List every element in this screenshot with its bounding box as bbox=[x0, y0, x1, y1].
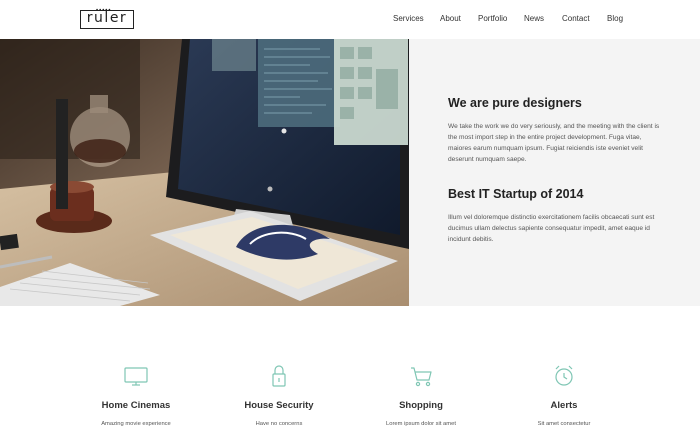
feature-subtitle: Amazing movie experience bbox=[101, 421, 171, 427]
logo[interactable]: ruler bbox=[80, 10, 134, 29]
hero-paragraph-designers: We take the work we do very seriously, a… bbox=[448, 123, 660, 163]
feature-alerts: Alerts Sit amet consectetur bbox=[494, 306, 634, 438]
hero-heading-startup: Best IT Startup of 2014 bbox=[448, 187, 584, 201]
tv-icon bbox=[124, 367, 148, 386]
feature-subtitle: Lorem ipsum dolor sit amet bbox=[386, 421, 456, 427]
feature-shopping: Shopping Lorem ipsum dolor sit amet bbox=[351, 306, 491, 438]
hero-section: We are pure designers We take the work w… bbox=[0, 39, 700, 306]
feature-title: Shopping bbox=[399, 400, 443, 411]
hero-text-panel: We are pure designers We take the work w… bbox=[409, 39, 700, 306]
feature-title: House Security bbox=[244, 400, 314, 411]
site-header: ••••• ruler Services About Portfolio New… bbox=[0, 0, 700, 39]
nav-item-news[interactable]: News bbox=[524, 14, 544, 23]
nav-item-portfolio[interactable]: Portfolio bbox=[478, 14, 507, 23]
hero-paragraph-startup: Illum vel doloremque distinctio exercita… bbox=[448, 214, 655, 243]
feature-subtitle: Sit amet consectetur bbox=[537, 421, 591, 427]
cart-icon bbox=[411, 367, 432, 387]
alarm-clock-icon bbox=[555, 365, 573, 386]
feature-title: Alerts bbox=[550, 400, 578, 411]
feature-subtitle: Have no concerns bbox=[255, 421, 303, 427]
feature-title: Home Cinemas bbox=[101, 400, 171, 411]
nav-item-blog[interactable]: Blog bbox=[607, 14, 623, 23]
feature-home-cinemas: Home Cinemas Amazing movie experience bbox=[66, 306, 206, 438]
lock-icon bbox=[272, 365, 286, 387]
nav-item-services[interactable]: Services bbox=[393, 14, 424, 23]
feature-house-security: House Security Have no concerns bbox=[209, 306, 349, 438]
features-section: Home Cinemas Amazing movie experience Ho… bbox=[0, 306, 700, 438]
desk-computer-illustration bbox=[0, 39, 409, 306]
hero-heading-designers: We are pure designers bbox=[448, 96, 582, 110]
hero-photo bbox=[0, 39, 409, 306]
nav-item-contact[interactable]: Contact bbox=[562, 14, 590, 23]
nav-item-about[interactable]: About bbox=[440, 14, 461, 23]
